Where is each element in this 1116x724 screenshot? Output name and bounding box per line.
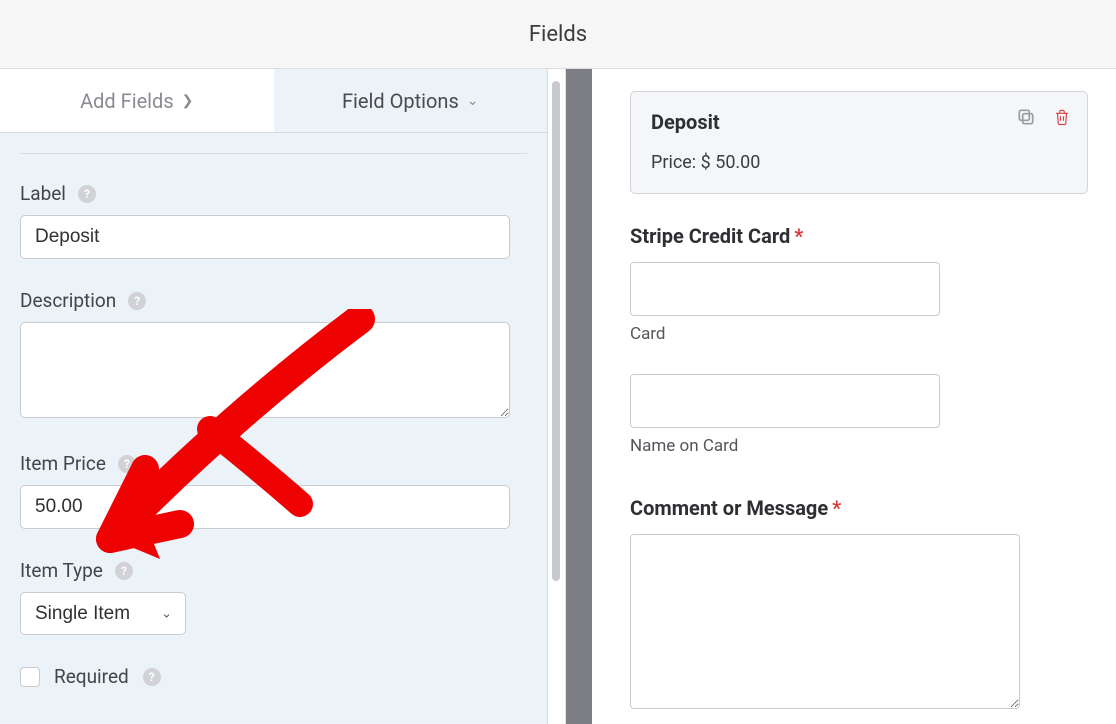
card-price: Price: $ 50.00 [651, 152, 1067, 173]
description-heading-row: Description ? [20, 289, 527, 312]
tabs: Add Fields ❯ Field Options ⌄ [0, 69, 547, 133]
card-sublabel: Card [630, 324, 1088, 344]
tab-add-fields-label: Add Fields [80, 89, 174, 113]
required-star: * [832, 496, 841, 520]
required-row: Required ? [20, 665, 527, 688]
tab-field-options[interactable]: Field Options ⌄ [274, 69, 548, 133]
help-icon[interactable]: ? [128, 292, 146, 310]
label-heading-row: Label ? [20, 182, 527, 205]
help-icon[interactable]: ? [115, 562, 133, 580]
description-input[interactable] [20, 322, 510, 418]
required-label: Required [54, 665, 129, 688]
page-title: Fields [529, 22, 587, 47]
label-heading: Label [20, 182, 66, 205]
item-type-select[interactable]: Single Item [20, 592, 186, 635]
selected-field-card[interactable]: Deposit Price: $ 50.00 [630, 91, 1088, 194]
item-price-input[interactable] [20, 485, 510, 529]
label-input[interactable] [20, 215, 510, 259]
description-heading: Description [20, 289, 116, 312]
item-type-heading-row: Item Type ? [20, 559, 527, 582]
help-icon[interactable]: ? [78, 185, 96, 203]
scrollbar-thumb[interactable] [552, 81, 560, 581]
item-price-heading: Item Price [20, 452, 106, 475]
chevron-right-icon: ❯ [182, 93, 194, 109]
tab-add-fields[interactable]: Add Fields ❯ [0, 69, 274, 133]
duplicate-icon[interactable] [1015, 106, 1037, 128]
field-options-panel: Label ? Description ? Item Price ? [0, 133, 547, 698]
page-header: Fields [0, 0, 1116, 69]
item-price-heading-row: Item Price ? [20, 452, 527, 475]
required-checkbox[interactable] [20, 667, 40, 687]
name-on-card-input[interactable] [630, 374, 940, 428]
panel-gutter [548, 69, 566, 724]
stripe-label: Stripe Credit Card* [630, 224, 1088, 248]
comment-textarea[interactable] [630, 534, 1020, 709]
form-preview: Deposit Price: $ 50.00 Stripe Credit Car… [592, 69, 1116, 724]
trash-icon[interactable] [1051, 106, 1073, 128]
name-sublabel: Name on Card [630, 436, 1088, 456]
left-panel: Add Fields ❯ Field Options ⌄ Label ? Des… [0, 69, 548, 724]
comment-label: Comment or Message* [630, 496, 1088, 520]
divider [20, 153, 527, 154]
panel-divider[interactable] [566, 69, 592, 724]
help-icon[interactable]: ? [118, 455, 136, 473]
card-number-input[interactable] [630, 262, 940, 316]
required-star: * [794, 224, 803, 248]
chevron-down-icon: ⌄ [467, 93, 479, 109]
help-icon[interactable]: ? [143, 668, 161, 686]
item-type-heading: Item Type [20, 559, 103, 582]
tab-field-options-label: Field Options [342, 89, 459, 113]
card-title: Deposit [651, 110, 1067, 134]
